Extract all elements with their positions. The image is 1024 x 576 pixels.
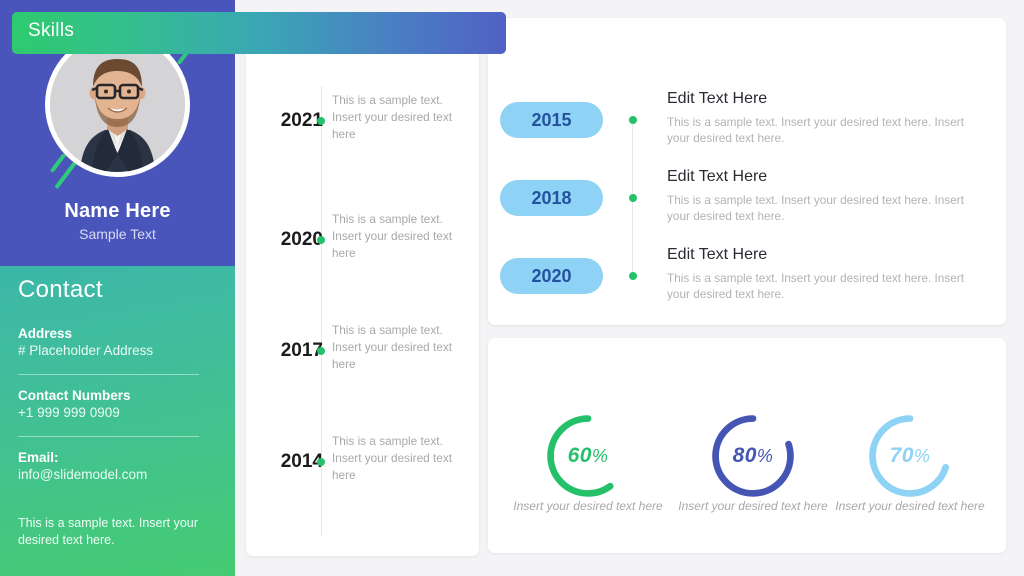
experience-entry: 2015 Edit Text Here This is a sample tex… — [488, 90, 1006, 152]
education-text: This is a sample text. Insert your desir… — [332, 212, 452, 260]
skill-percent-number: 70 — [889, 444, 914, 467]
experience-heading: Edit Text Here — [667, 168, 768, 185]
divider — [18, 436, 199, 437]
sidebar-footer-text: This is a sample text. Insert your desir… — [18, 516, 198, 547]
contact-item-address: Address # Placeholder Address — [18, 325, 217, 360]
timeline-dot-icon — [629, 194, 637, 202]
experience-heading: Edit Text Here — [667, 90, 768, 107]
skill-percent-symbol: % — [756, 445, 774, 466]
sidebar: Name Here Sample Text Contact Address # … — [0, 0, 235, 576]
timeline-dot-icon — [629, 116, 637, 124]
experience-year-pill: 2018 — [500, 180, 603, 216]
education-text: This is a sample text. Insert your desir… — [332, 93, 452, 141]
timeline-dot-icon — [629, 272, 637, 280]
skill-caption: Insert your desired text here — [513, 499, 663, 513]
skill-percent-symbol: % — [591, 445, 609, 466]
contact-label: Email: — [18, 450, 59, 465]
education-year: 2020 — [280, 229, 323, 250]
skill-gauge: 70% — [862, 408, 958, 504]
divider — [18, 374, 199, 375]
contact-item-phone: Contact Numbers +1 999 999 0909 — [18, 387, 217, 422]
contact-value: +1 999 999 0909 — [18, 405, 120, 420]
skill-caption: Insert your desired text here — [678, 499, 828, 513]
contact-label: Contact Numbers — [18, 388, 131, 403]
education-year: 2017 — [280, 340, 323, 361]
contact-section-title: Contact — [18, 276, 103, 303]
experience-entry: 2020 Edit Text Here This is a sample tex… — [488, 246, 1006, 308]
skills-title: Skills — [28, 20, 75, 41]
experience-heading: Edit Text Here — [667, 246, 768, 263]
resume-slide: Name Here Sample Text Contact Address # … — [0, 0, 1024, 576]
skill-percent: 80% — [705, 408, 801, 504]
education-year: 2021 — [280, 110, 323, 131]
skill-percent-number: 60 — [567, 444, 592, 467]
profile-role: Sample Text — [79, 226, 156, 242]
education-entry: 2021 This is a sample text. Insert your … — [246, 90, 479, 150]
education-entry: 2014 This is a sample text. Insert your … — [246, 431, 479, 491]
contact-value: # Placeholder Address — [18, 343, 154, 358]
contact-item-email: Email: info@slidemodel.com — [18, 449, 217, 484]
education-entry: 2020 This is a sample text. Insert your … — [246, 209, 479, 269]
experience-year-pill: 2015 — [500, 102, 603, 138]
experience-entry: 2018 Edit Text Here This is a sample tex… — [488, 168, 1006, 230]
skill-gauge: 60% — [540, 408, 636, 504]
skills-header: Skills — [12, 12, 506, 50]
skill-caption: Insert your desired text here — [835, 499, 985, 513]
timeline-dot-icon — [317, 117, 325, 125]
education-entry: 2017 This is a sample text. Insert your … — [246, 320, 479, 380]
skill-percent-number: 80 — [732, 444, 757, 467]
education-text: This is a sample text. Insert your desir… — [332, 323, 452, 371]
profile-name: Name Here — [64, 200, 171, 222]
skill-gauge: 80% — [705, 408, 801, 504]
experience-year-pill: 2020 — [500, 258, 603, 294]
contact-label: Address — [18, 326, 73, 341]
experience-text: This is a sample text. Insert your desir… — [667, 193, 965, 223]
timeline-dot-icon — [317, 458, 325, 466]
timeline-dot-icon — [317, 347, 325, 355]
timeline-dot-icon — [317, 236, 325, 244]
education-year: 2014 — [280, 451, 323, 472]
experience-text: This is a sample text. Insert your desir… — [667, 271, 965, 301]
skill-percent-symbol: % — [913, 445, 931, 466]
skill-percent: 70% — [862, 408, 958, 504]
skill-percent: 60% — [540, 408, 636, 504]
experience-text: This is a sample text. Insert your desir… — [667, 115, 965, 145]
contact-value: info@slidemodel.com — [18, 467, 148, 482]
education-text: This is a sample text. Insert your desir… — [332, 434, 452, 482]
